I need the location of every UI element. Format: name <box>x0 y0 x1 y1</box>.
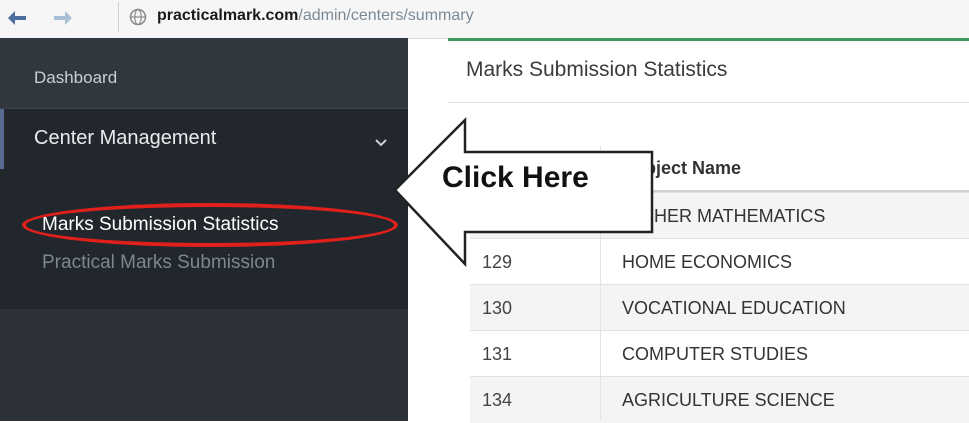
url-path: /admin/centers/summary <box>298 7 474 24</box>
sidebar-item-practical-marks-submission[interactable]: Practical Marks Submission <box>42 252 275 274</box>
sidebar-item-label: Dashboard <box>34 68 118 87</box>
forward-arrow-icon[interactable] <box>50 6 74 30</box>
sidebar-item-dashboard[interactable]: Dashboard <box>0 38 408 109</box>
sidebar: Dashboard Center Management Marks Submis… <box>0 38 408 421</box>
panel-top-border <box>448 38 969 41</box>
active-indicator <box>0 109 4 169</box>
sidebar-group-toggle[interactable]: Center Management <box>34 127 216 150</box>
page-title: Marks Submission Statistics <box>466 58 728 81</box>
url-field[interactable]: practicalmark.com/admin/centers/summary <box>118 2 619 32</box>
url-host: practicalmark.com <box>157 7 299 24</box>
chevron-down-icon[interactable] <box>374 135 388 147</box>
cell-code: 134 <box>482 390 513 410</box>
callout-arrow-icon <box>390 112 660 302</box>
globe-icon <box>129 8 147 26</box>
callout-label: Click Here <box>442 161 589 194</box>
sidebar-group-center-management: Center Management Marks Submission Stati… <box>0 109 408 309</box>
cell-subject-name: COMPUTER STUDIES <box>622 344 809 364</box>
browser-address-bar: practicalmark.com/admin/centers/summary <box>0 0 969 39</box>
divider <box>448 102 969 103</box>
cell-subject-name: AGRICULTURE SCIENCE <box>622 390 835 410</box>
url-text: practicalmark.com/admin/centers/summary <box>157 7 474 25</box>
back-arrow-icon[interactable] <box>6 6 30 30</box>
cell-code: 131 <box>482 344 513 364</box>
table-row[interactable]: 131 COMPUTER STUDIES <box>470 330 969 377</box>
table-row[interactable]: 134 AGRICULTURE SCIENCE <box>470 376 969 423</box>
highlight-ellipse <box>22 203 398 247</box>
